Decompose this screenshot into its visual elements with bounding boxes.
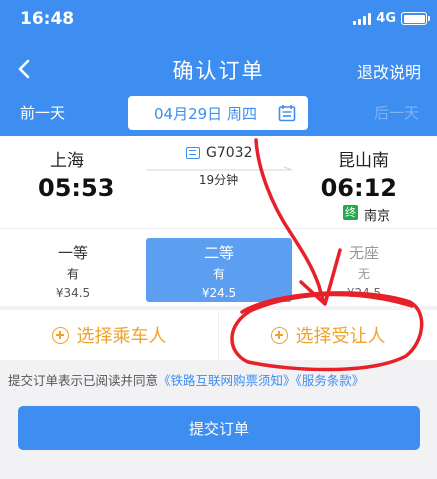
add-passenger-button[interactable]: 选择乘车人 [0,310,218,360]
status-indicators: 4G [353,11,430,26]
status-time: 16:48 [20,9,75,29]
refund-policy-link[interactable]: 退改说明 [357,59,421,83]
terminal-station: 南京 [364,209,391,224]
train-info-card: 上海 05:53 G7032 19分钟 昆山南 06:12 终 南京 一等 有 … [0,136,437,306]
seat-option-second-class[interactable]: 二等 有 ¥24.5 [146,238,292,302]
battery-icon [401,12,430,25]
next-day-button[interactable]: 后一天 [374,102,419,123]
add-beneficiary-label: 选择受让人 [295,326,386,347]
agreement-prefix: 提交订单表示已阅读并同意 [8,373,159,388]
seat-option-no-seat[interactable]: 无座 无 ¥24.5 [291,238,437,302]
add-beneficiary-button[interactable]: 选择受让人 [218,310,437,360]
header-bar: 16:48 4G 确认订单 退改说明 前一天 04月29日 周四 后一天 [0,0,437,136]
terminal-badge: 终 [343,205,358,220]
submit-order-button[interactable]: 提交订单 [18,406,420,450]
from-station: 上海 [50,151,84,171]
terms-link[interactable]: 《服务条款》 [296,373,365,388]
divider [0,228,437,229]
add-passenger-label: 选择乘车人 [76,326,167,347]
plus-circle-icon [51,326,69,344]
prev-day-button[interactable]: 前一天 [20,102,65,123]
network-label: 4G [376,11,396,26]
plus-circle-icon [270,326,288,344]
ticket-notice-link[interactable]: 《铁路互联网购票须知》 [158,373,296,388]
train-number[interactable]: G7032 [186,145,252,161]
calendar-icon [278,105,296,122]
train-icon [186,147,200,159]
train-number-label: G7032 [206,145,253,161]
passenger-selectors: 选择乘车人 选择受让人 [0,310,437,360]
to-station: 昆山南 [338,151,389,171]
date-label: 04月29日 周四 [154,104,257,123]
date-selector[interactable]: 04月29日 周四 [128,96,308,130]
signal-icon [353,12,372,25]
seat-option-first-class[interactable]: 一等 有 ¥34.5 [0,238,146,302]
agreement-text: 提交订单表示已阅读并同意《铁路互联网购票须知》《服务条款》 [8,370,364,389]
arrive-time: 06:12 [320,174,397,202]
